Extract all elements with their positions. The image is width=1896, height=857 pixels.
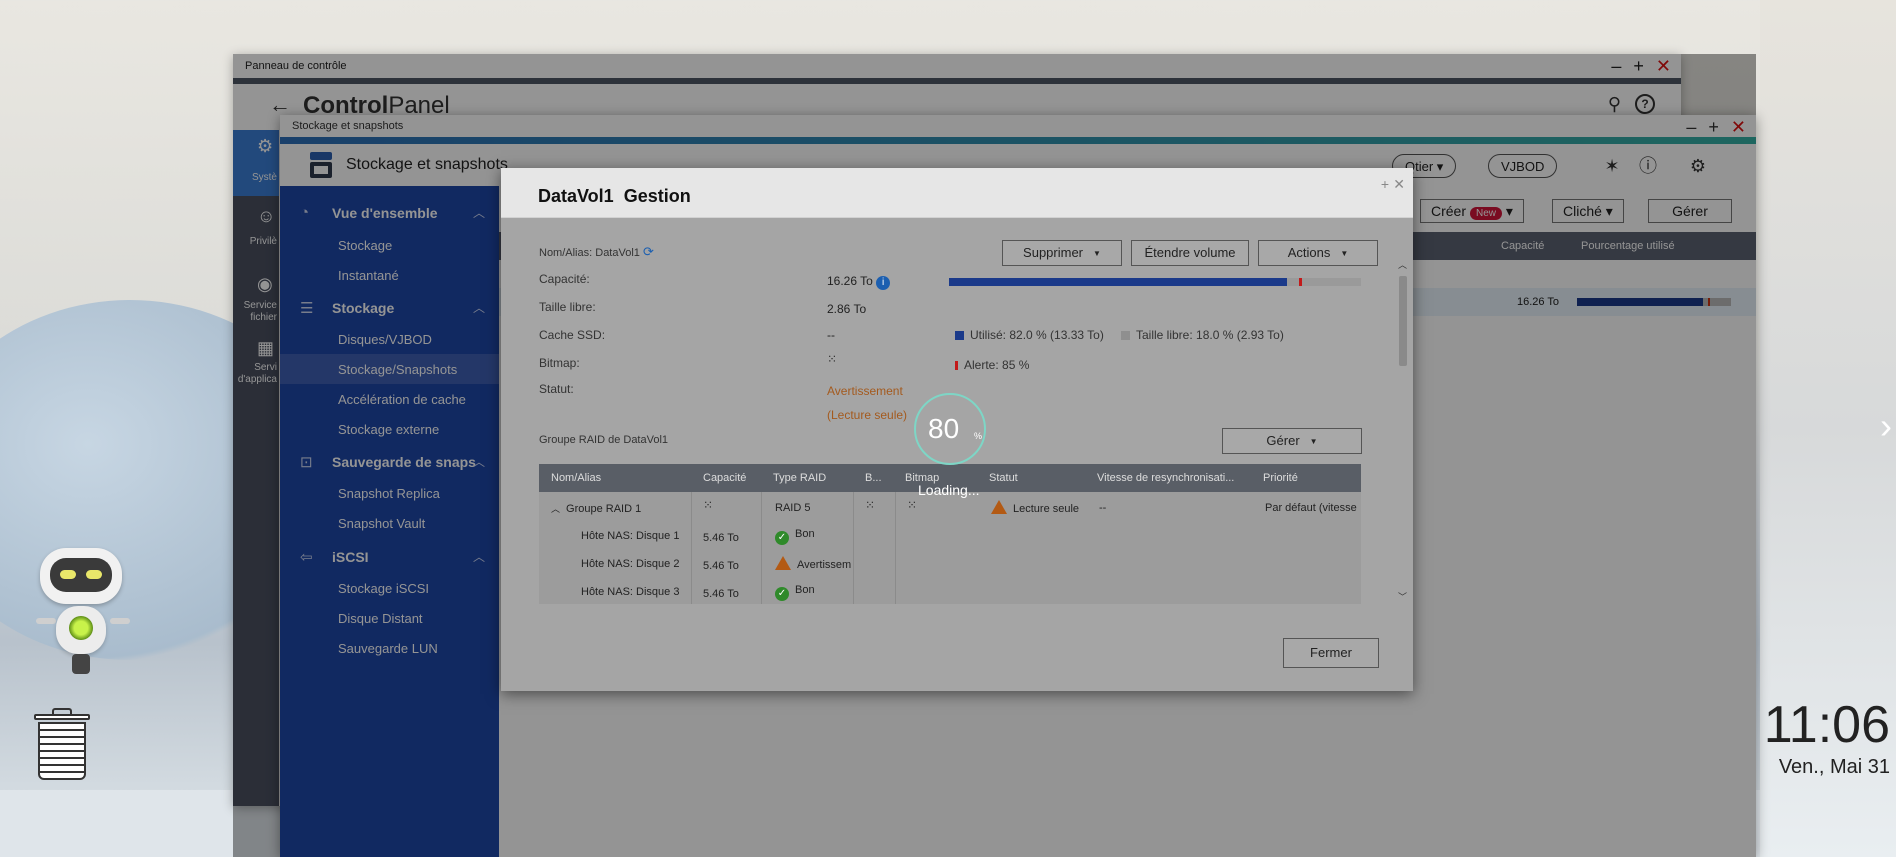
raid-manage-button[interactable]: Gérer ▼ [1222,428,1362,454]
check-icon: ✓ [775,531,789,545]
refresh-icon[interactable]: ⟳ [643,244,654,259]
free-size-label: Taille libre: [539,300,596,314]
chevron-down-icon[interactable]: ﹀ [1398,590,1407,603]
col-resync: Vitesse de resynchronisati... [1097,472,1235,484]
clock-time: 11:06 [1763,696,1890,754]
bitmap-label: Bitmap: [539,356,580,370]
raid-group-row[interactable]: ︿ Groupe RAID 1 [551,502,641,515]
bitmap-icon: ⁙ [865,498,876,512]
legend-alert: Alerte: 85 % [955,358,1029,372]
qnap-assistant-robot-icon[interactable] [28,548,138,678]
col-name: Nom/Alias [551,472,602,484]
disk-row-capacity: 5.46 To [703,588,739,600]
scroll-thumb[interactable] [1399,276,1407,366]
capacity-usage-bar [949,278,1361,286]
bitmap-icon: ⁙ [827,352,838,366]
disk-row-name: Hôte NAS: Disque 2 [581,558,680,570]
alias-row: Nom/Alias: DataVol1 ⟳ [539,244,654,259]
extend-volume-button[interactable]: Étendre volume [1131,240,1249,266]
col-capacity: Capacité [703,472,747,484]
clock-date: Ven., Mai 31 [1778,756,1890,778]
close-icon[interactable]: ✕ [1393,176,1405,193]
disk-row-name: Hôte NAS: Disque 1 [581,530,680,542]
actions-button[interactable]: Actions ▼ [1258,240,1378,266]
delete-button[interactable]: Supprimer ▼ [1002,240,1122,266]
loading-text: Loading... [918,482,980,498]
raid-group-title: Groupe RAID de DataVol1 [539,434,669,446]
raid-resync: -- [1099,502,1107,514]
status-value-warning: Avertissement [827,384,903,398]
col-status: Statut [989,472,1018,484]
free-size-value: 2.86 To [827,302,867,316]
raid-priority: Par défaut (vitesse [1265,502,1357,514]
disk-row-name: Hôte NAS: Disque 3 [581,586,680,598]
warning-icon [991,500,1007,514]
maximize-icon[interactable]: + [1381,176,1389,192]
chevron-right-icon[interactable]: › [1880,406,1896,446]
disk-row-status: ✓ Bon [775,528,815,545]
raid-status: Lecture seule [991,500,1079,515]
chevron-up-icon[interactable]: ︿ [1398,258,1407,271]
status-label: Statut: [539,382,574,396]
legend-free: Taille libre: 18.0 % (2.93 To) [1121,328,1284,342]
chevron-up-icon[interactable]: ︿ [551,504,560,514]
disk-row-status: Avertissem [775,556,851,571]
dialog-title: DataVol1 Gestion [538,186,691,206]
check-icon: ✓ [775,587,789,601]
info-icon[interactable]: i [876,276,891,290]
status-value-readonly: (Lecture seule) [827,408,908,422]
capacity-alert-marker [1299,278,1303,286]
capacity-used-fill [949,278,1287,286]
bitmap-icon: ⁙ [907,498,918,512]
col-raid-type: Type RAID [773,472,827,484]
raid-type-value: RAID 5 [775,502,811,514]
close-button[interactable]: Fermer [1283,638,1379,668]
loading-percent-sign: % [974,431,983,441]
disk-row-status: ✓ Bon [775,584,815,601]
capacity-value: 16.26 To i [827,274,891,290]
capacity-label: Capacité: [539,272,590,286]
col-b: B... [865,472,882,484]
loading-percent: 80 [928,413,960,444]
warning-icon [775,556,791,570]
bitmap-icon: ⁙ [703,498,714,512]
ssd-cache-value: -- [827,328,835,342]
desktop-clock: 11:06 Ven., Mai 31 [1760,696,1890,779]
disk-row-capacity: 5.46 To [703,532,739,544]
disk-row-capacity: 5.46 To [703,560,739,572]
dialog-header: DataVol1 Gestion + ✕ [501,168,1413,218]
dialog-scrollbar[interactable]: ︿ ﹀ [1397,260,1409,603]
ssd-cache-label: Cache SSD: [539,328,606,342]
legend-used: Utilisé: 82.0 % (13.33 To) [955,328,1104,342]
loading-spinner: 80 % [914,393,986,465]
trash-icon[interactable] [34,708,90,782]
col-priority: Priorité [1263,472,1298,484]
